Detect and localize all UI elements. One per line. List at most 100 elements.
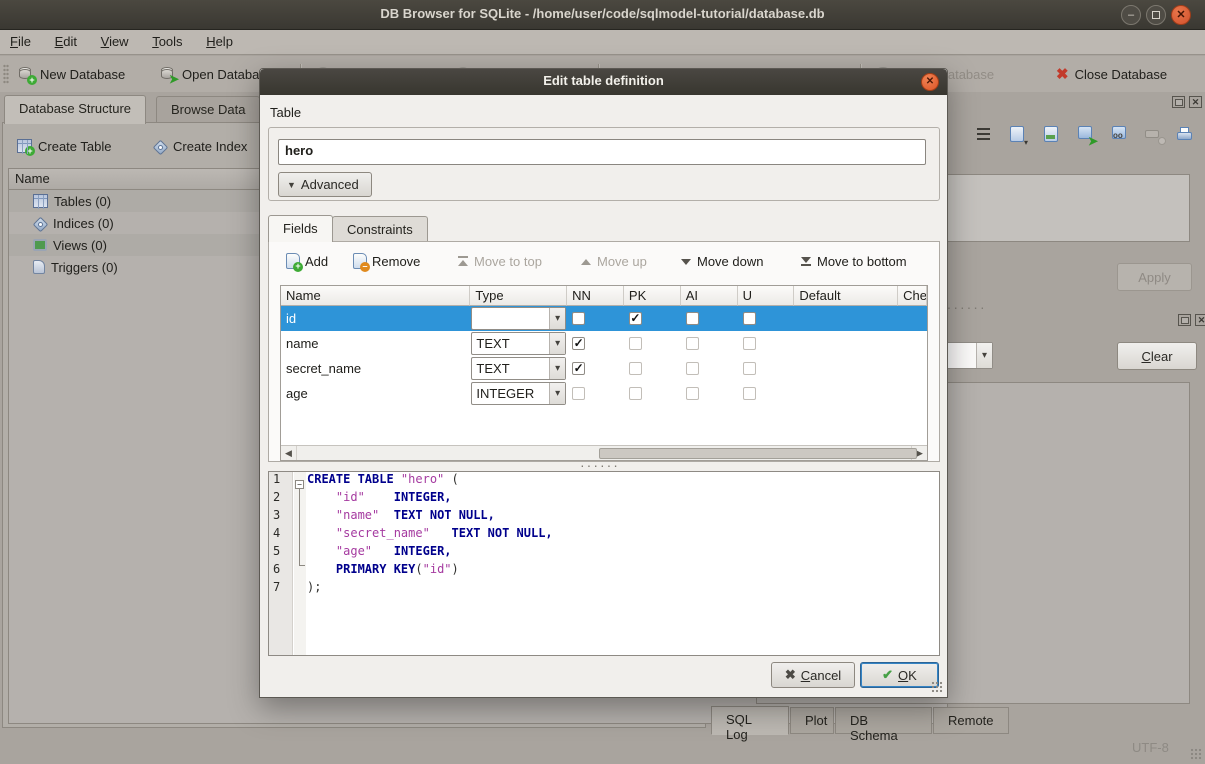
checkbox-nn[interactable]: ✓	[572, 362, 585, 375]
window-close-button[interactable]: ✕	[1171, 5, 1191, 25]
field-row[interactable]: secret_nameTEXT▾ ✓	[281, 356, 927, 381]
toolbar-grip[interactable]	[3, 64, 9, 84]
tab-remote[interactable]: Remote	[933, 707, 1009, 734]
field-row[interactable]: ageINTEGER▾	[281, 381, 927, 406]
field-default-cell[interactable]	[794, 306, 898, 331]
field-check-cell[interactable]	[898, 356, 927, 381]
scroll-left-icon[interactable]: ◀	[281, 446, 297, 460]
field-check-cell[interactable]	[898, 306, 927, 331]
menu-edit[interactable]: Edit	[45, 30, 87, 53]
fields-grid-header[interactable]: NameTypeNNPKAIUDefaultCheck	[281, 286, 927, 306]
column-header-check[interactable]: Check	[898, 286, 927, 306]
move-up-button[interactable]: Move up	[577, 249, 651, 273]
window-minimize-button[interactable]: –	[1121, 5, 1141, 25]
dock-close-button[interactable]: ✕	[1195, 314, 1205, 326]
add-field-button[interactable]: + Add	[282, 249, 332, 273]
new-database-button[interactable]: + New Database	[14, 60, 129, 88]
tab-plot[interactable]: Plot	[790, 707, 834, 734]
field-type-combo[interactable]: TEXT▾	[471, 332, 566, 355]
field-row[interactable]: nameTEXT▾ ✓	[281, 331, 927, 356]
dialog-close-button[interactable]: ✕	[921, 73, 939, 91]
dock-close-button[interactable]: ✕	[1189, 96, 1202, 108]
apply-button[interactable]: Apply	[1117, 263, 1192, 291]
clear-log-button[interactable]: Clear	[1117, 342, 1197, 370]
sql-line: PRIMARY KEY("id")	[307, 562, 939, 580]
checkbox-ai[interactable]	[686, 387, 699, 400]
checkbox-pk[interactable]	[629, 337, 642, 350]
move-to-top-button[interactable]: Move to top	[454, 249, 546, 273]
column-header-type[interactable]: Type	[470, 286, 567, 306]
print-icon[interactable]	[1176, 126, 1196, 144]
tab-database-structure[interactable]: Database Structure	[4, 95, 146, 124]
dock-float-button[interactable]	[1178, 314, 1191, 326]
tab-browse-data[interactable]: Browse Data	[156, 96, 260, 124]
menu-tools[interactable]: Tools	[142, 30, 192, 53]
move-to-bottom-button[interactable]: Move to bottom	[797, 249, 911, 273]
menu-view[interactable]: View	[91, 30, 139, 53]
field-check-cell[interactable]	[898, 331, 927, 356]
checkbox-nn[interactable]: ✓	[572, 337, 585, 350]
checkbox-u[interactable]	[743, 337, 756, 350]
field-type-combo[interactable]: INTEGER▾	[471, 307, 566, 330]
checkbox-pk[interactable]	[629, 362, 642, 375]
window-maximize-button[interactable]	[1146, 5, 1166, 25]
scrollbar-thumb[interactable]	[599, 448, 917, 459]
checkbox-ai[interactable]	[686, 337, 699, 350]
execute-icon[interactable]: ➤	[1076, 126, 1096, 144]
format-mode-icon[interactable]	[974, 126, 994, 144]
field-check-cell[interactable]	[898, 381, 927, 406]
field-name-cell[interactable]: secret_name	[281, 356, 470, 381]
close-database-button[interactable]: ✖ Close Database	[1052, 60, 1171, 88]
field-row[interactable]: idINTEGER▾ ✓	[281, 306, 927, 331]
ok-button[interactable]: ✔ OK	[860, 662, 939, 688]
window-titlebar[interactable]: DB Browser for SQLite - /home/user/code/…	[0, 0, 1205, 30]
checkbox-u[interactable]	[743, 362, 756, 375]
window-resize-grip[interactable]	[1190, 748, 1202, 760]
field-name-cell[interactable]: id	[281, 306, 470, 331]
column-header-ai[interactable]: AI	[681, 286, 738, 306]
tab-sql-log[interactable]: SQL Log	[711, 706, 789, 735]
dialog-titlebar[interactable]: Edit table definition ✕	[260, 69, 947, 95]
move-down-button[interactable]: Move down	[677, 249, 767, 273]
tab-fields[interactable]: Fields	[268, 215, 333, 242]
field-default-cell[interactable]	[794, 356, 898, 381]
dock-float-button[interactable]	[1172, 96, 1185, 108]
checkbox-nn[interactable]	[572, 312, 585, 325]
field-default-cell[interactable]	[794, 331, 898, 356]
checkbox-u[interactable]	[743, 312, 756, 325]
export-cell-icon[interactable]	[1042, 126, 1062, 144]
create-index-button[interactable]: Create Index	[149, 133, 251, 159]
cancel-button[interactable]: ✖ Cancel	[771, 662, 855, 688]
column-header-nn[interactable]: NN	[567, 286, 624, 306]
field-name-cell[interactable]: name	[281, 331, 470, 356]
checkbox-ai[interactable]	[686, 362, 699, 375]
fold-collapse-icon[interactable]: −	[295, 480, 304, 489]
link-icon[interactable]: oo	[1110, 126, 1130, 144]
remove-field-button[interactable]: – Remove	[349, 249, 424, 273]
column-header-u[interactable]: U	[738, 286, 795, 306]
field-default-cell[interactable]	[794, 381, 898, 406]
import-cell-icon[interactable]: ▾	[1008, 126, 1028, 144]
checkbox-ai[interactable]	[686, 312, 699, 325]
checkbox-pk[interactable]	[629, 387, 642, 400]
sql-preview[interactable]: 1234567 − CREATE TABLE "hero" ( "id" INT…	[268, 471, 940, 656]
column-header-name[interactable]: Name	[281, 286, 470, 306]
menu-file[interactable]: File	[0, 30, 41, 53]
checkbox-pk[interactable]: ✓	[629, 312, 642, 325]
create-table-button[interactable]: + Create Table	[13, 133, 115, 159]
tab-db-schema[interactable]: DB Schema	[835, 707, 932, 734]
table-name-input[interactable]: hero	[278, 139, 926, 165]
column-header-pk[interactable]: PK	[624, 286, 681, 306]
field-name-cell[interactable]: age	[281, 381, 470, 406]
checkbox-nn[interactable]	[572, 387, 585, 400]
advanced-button[interactable]: ▼ Advanced	[278, 172, 372, 197]
set-null-icon[interactable]	[1144, 126, 1164, 144]
field-type-combo[interactable]: TEXT▾	[471, 357, 566, 380]
field-type-combo[interactable]: INTEGER▾	[471, 382, 566, 405]
dialog-resize-grip[interactable]	[931, 681, 943, 693]
open-database-icon: ➤	[160, 66, 176, 82]
column-header-default[interactable]: Default	[794, 286, 898, 306]
tab-constraints[interactable]: Constraints	[332, 216, 428, 242]
menu-help[interactable]: Help	[196, 30, 243, 53]
checkbox-u[interactable]	[743, 387, 756, 400]
